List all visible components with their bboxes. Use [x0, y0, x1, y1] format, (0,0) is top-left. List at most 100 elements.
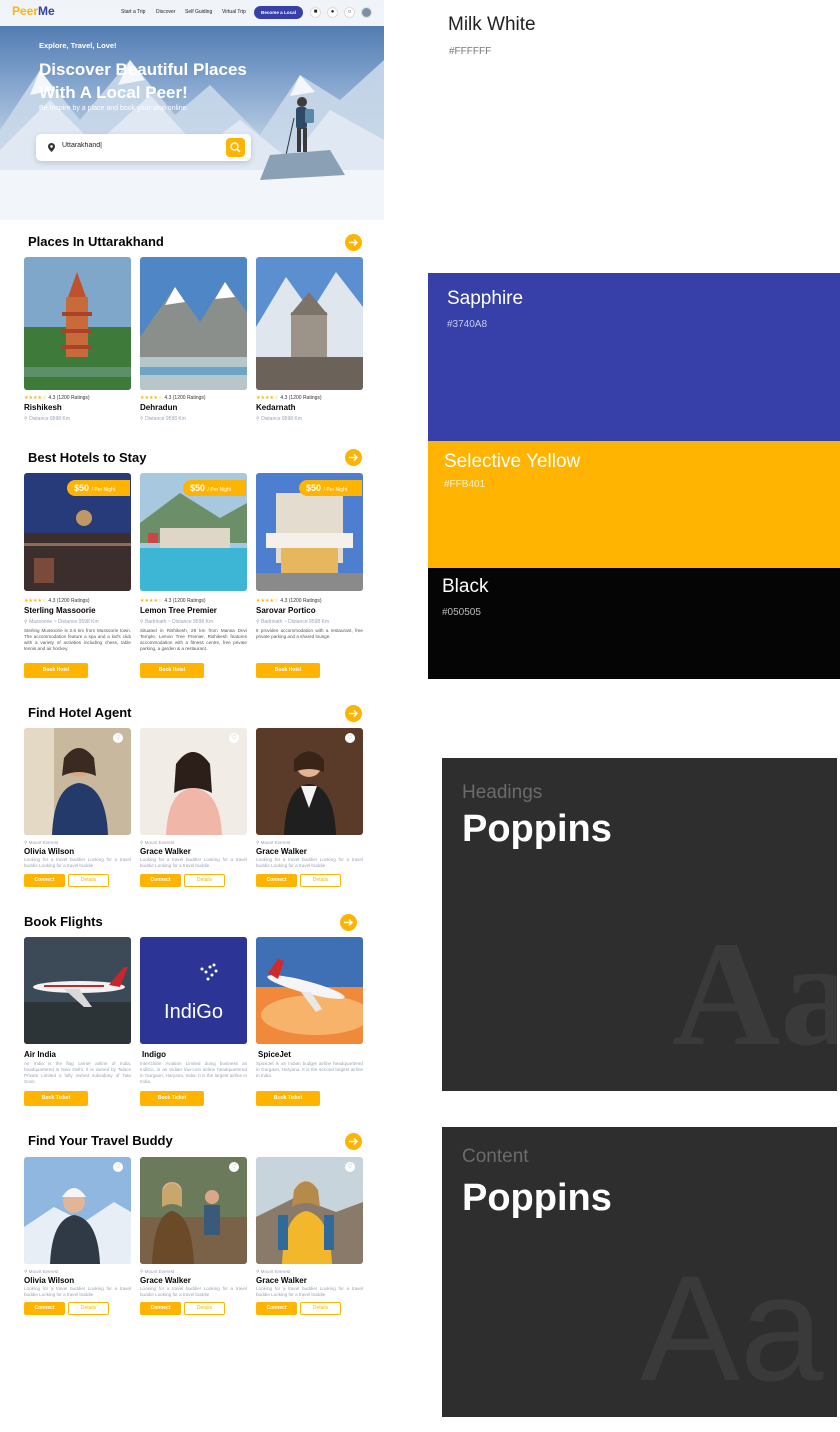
place-name[interactable]: Dehradun	[140, 403, 177, 412]
flight-image-spicejet[interactable]	[256, 937, 363, 1044]
flight-image-air-india[interactable]	[24, 937, 131, 1044]
agent-name[interactable]: Olivia Wilson	[24, 847, 74, 856]
hotel-name[interactable]: Lemon Tree Premier	[140, 606, 217, 615]
airline-description: SpiceJet is an Indian budget airline hea…	[256, 1061, 363, 1078]
hotel-location: ⚲ Badrinath ~ Distance 9598 Km	[256, 619, 330, 625]
details-button[interactable]: Details	[184, 1302, 225, 1315]
connect-button[interactable]: Connect	[140, 1302, 181, 1315]
typography-label: Headings	[462, 782, 543, 803]
agents-section-title: Find Hotel Agent	[28, 705, 132, 720]
connect-button[interactable]: Connect	[256, 1302, 297, 1315]
favorite-heart-icon[interactable]: ♡	[229, 1162, 239, 1172]
arrow-right-icon	[349, 710, 358, 717]
favorite-heart-icon[interactable]: ♡	[345, 733, 355, 743]
swatch-name: Sapphire	[447, 288, 524, 309]
flight-image-indigo[interactable]: IndiGo	[140, 937, 247, 1044]
place-image-rishikesh[interactable]	[24, 257, 131, 390]
hotel-name[interactable]: Sterling Massoorie	[24, 606, 96, 615]
hotel-price-badge: $50 / Per Night	[299, 480, 362, 496]
swatch-hex: #3740A8	[447, 319, 488, 330]
book-hotel-button[interactable]: Book Hotel	[256, 663, 320, 678]
airline-name[interactable]: SpiceJet	[258, 1050, 291, 1059]
buddy-name[interactable]: Grace Walker	[140, 1276, 191, 1285]
nav-link-self-guiding[interactable]: Self Guiding	[185, 9, 212, 15]
details-button[interactable]: Details	[68, 1302, 109, 1315]
user-avatar[interactable]	[361, 7, 372, 18]
hotel-description: Sterling Mussoorie is 2.6 km from Mussoo…	[24, 628, 131, 651]
place-name[interactable]: Rishikesh	[24, 403, 62, 412]
peerme-logo[interactable]: PeerMe	[12, 4, 55, 18]
details-button[interactable]: Details	[68, 874, 109, 887]
agent-photo[interactable]	[24, 728, 131, 835]
hero-banner: PeerMe Start a Trip Discover Self Guidin…	[0, 0, 384, 220]
nav-link-virtual-trip[interactable]: Virtual Trip	[222, 9, 246, 15]
airline-name[interactable]: Air India	[24, 1050, 56, 1059]
airline-name[interactable]: Indigo	[142, 1050, 166, 1059]
favorite-heart-icon[interactable]: ♡	[113, 733, 123, 743]
details-button[interactable]: Details	[184, 874, 225, 887]
agent-name[interactable]: Grace Walker	[140, 847, 191, 856]
place-image-dehradun[interactable]	[140, 257, 247, 390]
places-see-all-button[interactable]	[345, 234, 362, 251]
connect-button[interactable]: Connect	[24, 874, 65, 887]
buddy-location: ⚲ Mount Everest	[24, 1269, 59, 1274]
buddy-description: Looking for a travel buddie! Looking for…	[140, 1286, 247, 1297]
notification-bell-icon[interactable]: ●	[327, 7, 338, 18]
hotel-price-badge: $50 / Per Night	[67, 480, 130, 496]
agent-location: ⚲ Mount Everest	[256, 840, 291, 845]
book-ticket-button[interactable]: Book Ticket	[256, 1091, 320, 1106]
buddy-photo[interactable]	[24, 1157, 131, 1264]
buddy-description: Looking for a travel buddie! Looking for…	[24, 1286, 131, 1297]
details-button[interactable]: Details	[300, 874, 341, 887]
buddy-name[interactable]: Grace Walker	[256, 1276, 307, 1285]
type-sample-glyph: Aa	[672, 911, 837, 1077]
video-icon[interactable]: ■	[310, 7, 321, 18]
favorite-heart-icon[interactable]: ♡	[345, 1162, 355, 1172]
book-ticket-button[interactable]: Book Ticket	[24, 1091, 88, 1106]
agent-description: Looking for a travel buddie! Looking for…	[256, 857, 363, 868]
rating-stars: ★★★★☆ 4.3 (1200 Ratings)	[24, 395, 90, 401]
place-image-kedarnath[interactable]	[256, 257, 363, 390]
hotel-description: It provides accommodation with a restaur…	[256, 628, 363, 639]
hotel-price-badge: $50 / Per Night	[183, 480, 246, 496]
typography-card-headings: Aa Headings Poppins	[442, 758, 837, 1091]
nav-link-start-trip[interactable]: Start a Trip	[121, 9, 145, 15]
book-hotel-button[interactable]: Book Hotel	[24, 663, 88, 678]
hotel-description: Situated in Rishikesh, 28 km from Mansa …	[140, 628, 247, 651]
nav-link-discover[interactable]: Discover	[156, 9, 175, 15]
buddy-see-all-button[interactable]	[345, 1133, 362, 1150]
flights-see-all-button[interactable]	[340, 914, 357, 931]
buddy-description: Looking for a travel buddie! Looking for…	[256, 1286, 363, 1297]
favorite-heart-icon[interactable]: ♡	[113, 1162, 123, 1172]
rating-stars: ★★★★☆ 4.3 (1200 Ratings)	[256, 395, 322, 401]
hotels-see-all-button[interactable]	[345, 449, 362, 466]
book-ticket-button[interactable]: Book Ticket	[140, 1091, 204, 1106]
swatch-hex: #050505	[442, 607, 481, 618]
buddy-photo[interactable]	[140, 1157, 247, 1264]
typography-font-name: Poppins	[462, 1177, 612, 1219]
buddy-name[interactable]: Olivia Wilson	[24, 1276, 74, 1285]
rating-stars: ★★★★☆ 4.3 (1200 Ratings)	[140, 598, 206, 604]
agent-photo[interactable]	[256, 728, 363, 835]
connect-button[interactable]: Connect	[24, 1302, 65, 1315]
book-hotel-button[interactable]: Book Hotel	[140, 663, 204, 678]
settings-icon[interactable]: ○	[344, 7, 355, 18]
place-name[interactable]: Kedarnath	[256, 403, 296, 412]
connect-button[interactable]: Connect	[140, 874, 181, 887]
favorite-heart-icon[interactable]: ♡	[229, 733, 239, 743]
place-distance: ⚲ Distance 9598 Km	[140, 416, 186, 422]
typography-font-name: Poppins	[462, 808, 612, 850]
become-local-button[interactable]: Become a Local	[254, 6, 303, 19]
buddy-photo[interactable]	[256, 1157, 363, 1264]
details-button[interactable]: Details	[300, 1302, 341, 1315]
search-button[interactable]	[226, 138, 245, 157]
search-input[interactable]	[62, 142, 222, 149]
agents-see-all-button[interactable]	[345, 705, 362, 722]
agent-name[interactable]: Grace Walker	[256, 847, 307, 856]
typography-label: Content	[462, 1146, 529, 1167]
hotel-name[interactable]: Sarovar Portico	[256, 606, 316, 615]
swatch-name: Milk White	[448, 14, 536, 35]
agent-photo[interactable]	[140, 728, 247, 835]
connect-button[interactable]: Connect	[256, 874, 297, 887]
rating-stars: ★★★★☆ 4.3 (1200 Ratings)	[24, 598, 90, 604]
